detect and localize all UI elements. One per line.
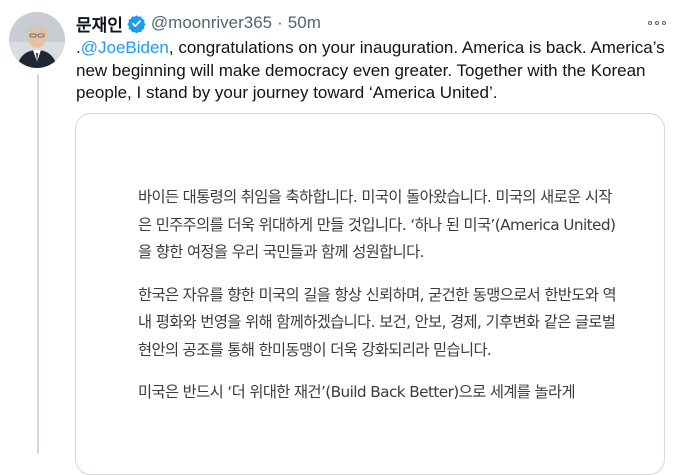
separator-dot: · xyxy=(277,13,283,32)
tweet-header: 문재인 @moonriver365 · 50m xyxy=(76,10,666,36)
author-handle[interactable]: @moonriver365 xyxy=(151,13,272,33)
image-statement-text: 바이든 대통령의 취임을 축하합니다. 미국이 돌아왔습니다. 미국의 새로운 … xyxy=(138,184,618,422)
author-name[interactable]: 문재인 xyxy=(76,11,123,36)
thread-connector-line xyxy=(37,74,39,454)
statement-paragraph: 바이든 대통령의 취임을 축하합니다. 미국이 돌아왔습니다. 미국의 새로운 … xyxy=(138,188,616,261)
avatar[interactable] xyxy=(9,12,65,68)
statement-paragraph: 미국은 반드시 ‘더 위대한 재건’(Build Back Better)으로 … xyxy=(138,383,576,401)
avatar-portrait-icon xyxy=(9,12,65,68)
timestamp[interactable]: 50m xyxy=(288,13,321,33)
attached-image-card[interactable]: 바이든 대통령의 취임을 축하합니다. 미국이 돌아왔습니다. 미국의 새로운 … xyxy=(75,113,665,475)
statement-paragraph: 한국은 자유를 향한 미국의 길을 항상 신뢰하며, 굳건한 동맹으로서 한반도… xyxy=(138,285,617,359)
more-options-icon[interactable] xyxy=(648,10,666,36)
tweet-text: .@JoeBiden, congratulations on your inau… xyxy=(76,37,666,105)
mention-link[interactable]: @JoeBiden xyxy=(81,38,169,57)
verified-badge-icon xyxy=(127,14,146,33)
